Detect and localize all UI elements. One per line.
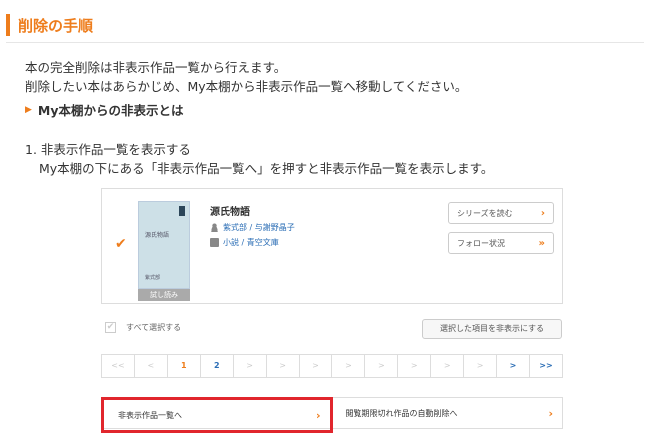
checkmark-icon[interactable]: ✔ xyxy=(115,236,127,252)
series-button[interactable]: シリーズを読む › xyxy=(448,202,554,224)
cover-mark xyxy=(179,206,185,216)
intro-line-2: 削除したい本はあらかじめ、My本棚から非表示作品一覧へ移動してください。 xyxy=(25,79,468,94)
book-authors-text: 紫式部 / 与謝野晶子 xyxy=(223,223,295,232)
page-slot[interactable]: > xyxy=(398,355,432,377)
hide-selected-button[interactable]: 選択した項目を非表示にする xyxy=(422,319,562,339)
triangle-right-icon: ▶ xyxy=(25,104,32,115)
intro-line-1: 本の完全削除は非表示作品一覧から行えます。 xyxy=(25,60,287,75)
hide-help-link-label: My本棚からの非表示とは xyxy=(37,103,184,118)
section-accent-bar xyxy=(6,14,10,36)
select-all-label: すべて選択する xyxy=(126,323,182,332)
page-prev[interactable]: < xyxy=(135,355,168,377)
select-all[interactable]: ✔ すべて選択する xyxy=(105,322,181,333)
section-header: 削除の手順 xyxy=(6,14,93,36)
follow-button[interactable]: フォロー状況 » xyxy=(448,232,554,254)
bookshelf-nav: 非表示作品一覧へ › 閲覧期限切れ作品の自動削除へ › xyxy=(101,397,563,433)
book-category[interactable]: 小説 / 青空文庫 xyxy=(210,237,279,248)
step-1: 1. 非表示作品一覧を表示する My本棚の下にある「非表示作品一覧へ」を押すと非… xyxy=(25,140,493,178)
chevron-right-icon: › xyxy=(548,406,553,420)
step-1-title: 1. 非表示作品一覧を表示する xyxy=(25,142,191,157)
book-authors[interactable]: 紫式部 / 与謝野晶子 xyxy=(210,222,295,233)
cover-title: 源氏物語 xyxy=(145,232,170,239)
page-slot[interactable]: > xyxy=(300,355,333,377)
page-2[interactable]: 2 xyxy=(201,355,234,377)
page-slot[interactable]: > xyxy=(332,355,366,377)
book-category-text: 小説 / 青空文庫 xyxy=(223,238,279,247)
page-slot[interactable]: > xyxy=(365,355,399,377)
page-1[interactable]: 1 xyxy=(168,355,201,377)
preview-badge: 試し読み xyxy=(138,289,190,301)
intro-text: 本の完全削除は非表示作品一覧から行えます。 削除したい本はあらかじめ、My本棚か… xyxy=(25,58,467,96)
page-next[interactable]: > xyxy=(497,355,530,377)
page-last[interactable]: >> xyxy=(530,355,562,377)
page-slot[interactable]: > xyxy=(431,355,465,377)
pagination: << < 1 2 > > > > > > > > > >> xyxy=(101,354,563,378)
bookshelf-mockup: ✔ 源氏物語 紫式部 試し読み 源氏物語 紫式部 / 与謝野晶子 小説 / 青空… xyxy=(101,188,563,441)
book-card: ✔ 源氏物語 紫式部 試し読み 源氏物語 紫式部 / 与謝野晶子 小説 / 青空… xyxy=(101,188,563,304)
step-1-desc: My本棚の下にある「非表示作品一覧へ」を押すと非表示作品一覧を表示します。 xyxy=(39,161,494,176)
follow-button-label: フォロー状況 xyxy=(457,238,505,248)
auto-delete-link[interactable]: 閲覧期限切れ作品の自動削除へ › xyxy=(333,398,562,428)
section-divider xyxy=(6,42,644,43)
chevron-down-icon: » xyxy=(538,237,545,249)
chevron-right-icon: › xyxy=(540,207,545,219)
page-slot[interactable]: > xyxy=(267,355,300,377)
section-title: 削除の手順 xyxy=(18,16,94,35)
page-slot[interactable]: > xyxy=(234,355,267,377)
book-title[interactable]: 源氏物語 xyxy=(210,203,250,218)
page-first[interactable]: << xyxy=(102,355,135,377)
cover-author: 紫式部 xyxy=(145,275,161,281)
book-cover[interactable]: 源氏物語 紫式部 xyxy=(138,201,190,289)
chevron-right-icon: › xyxy=(315,408,321,422)
hidden-list-link[interactable]: 非表示作品一覧へ › xyxy=(101,397,333,433)
series-button-label: シリーズを読む xyxy=(457,208,513,218)
page-slot[interactable]: > xyxy=(464,355,498,377)
book-icon xyxy=(210,238,219,247)
person-icon xyxy=(210,223,219,232)
hidden-list-label: 非表示作品一覧へ xyxy=(118,410,182,420)
hide-help-link[interactable]: ▶ My本棚からの非表示とは xyxy=(25,100,184,119)
auto-delete-label: 閲覧期限切れ作品の自動削除へ xyxy=(345,408,458,418)
select-all-checkbox[interactable]: ✔ xyxy=(105,322,116,333)
